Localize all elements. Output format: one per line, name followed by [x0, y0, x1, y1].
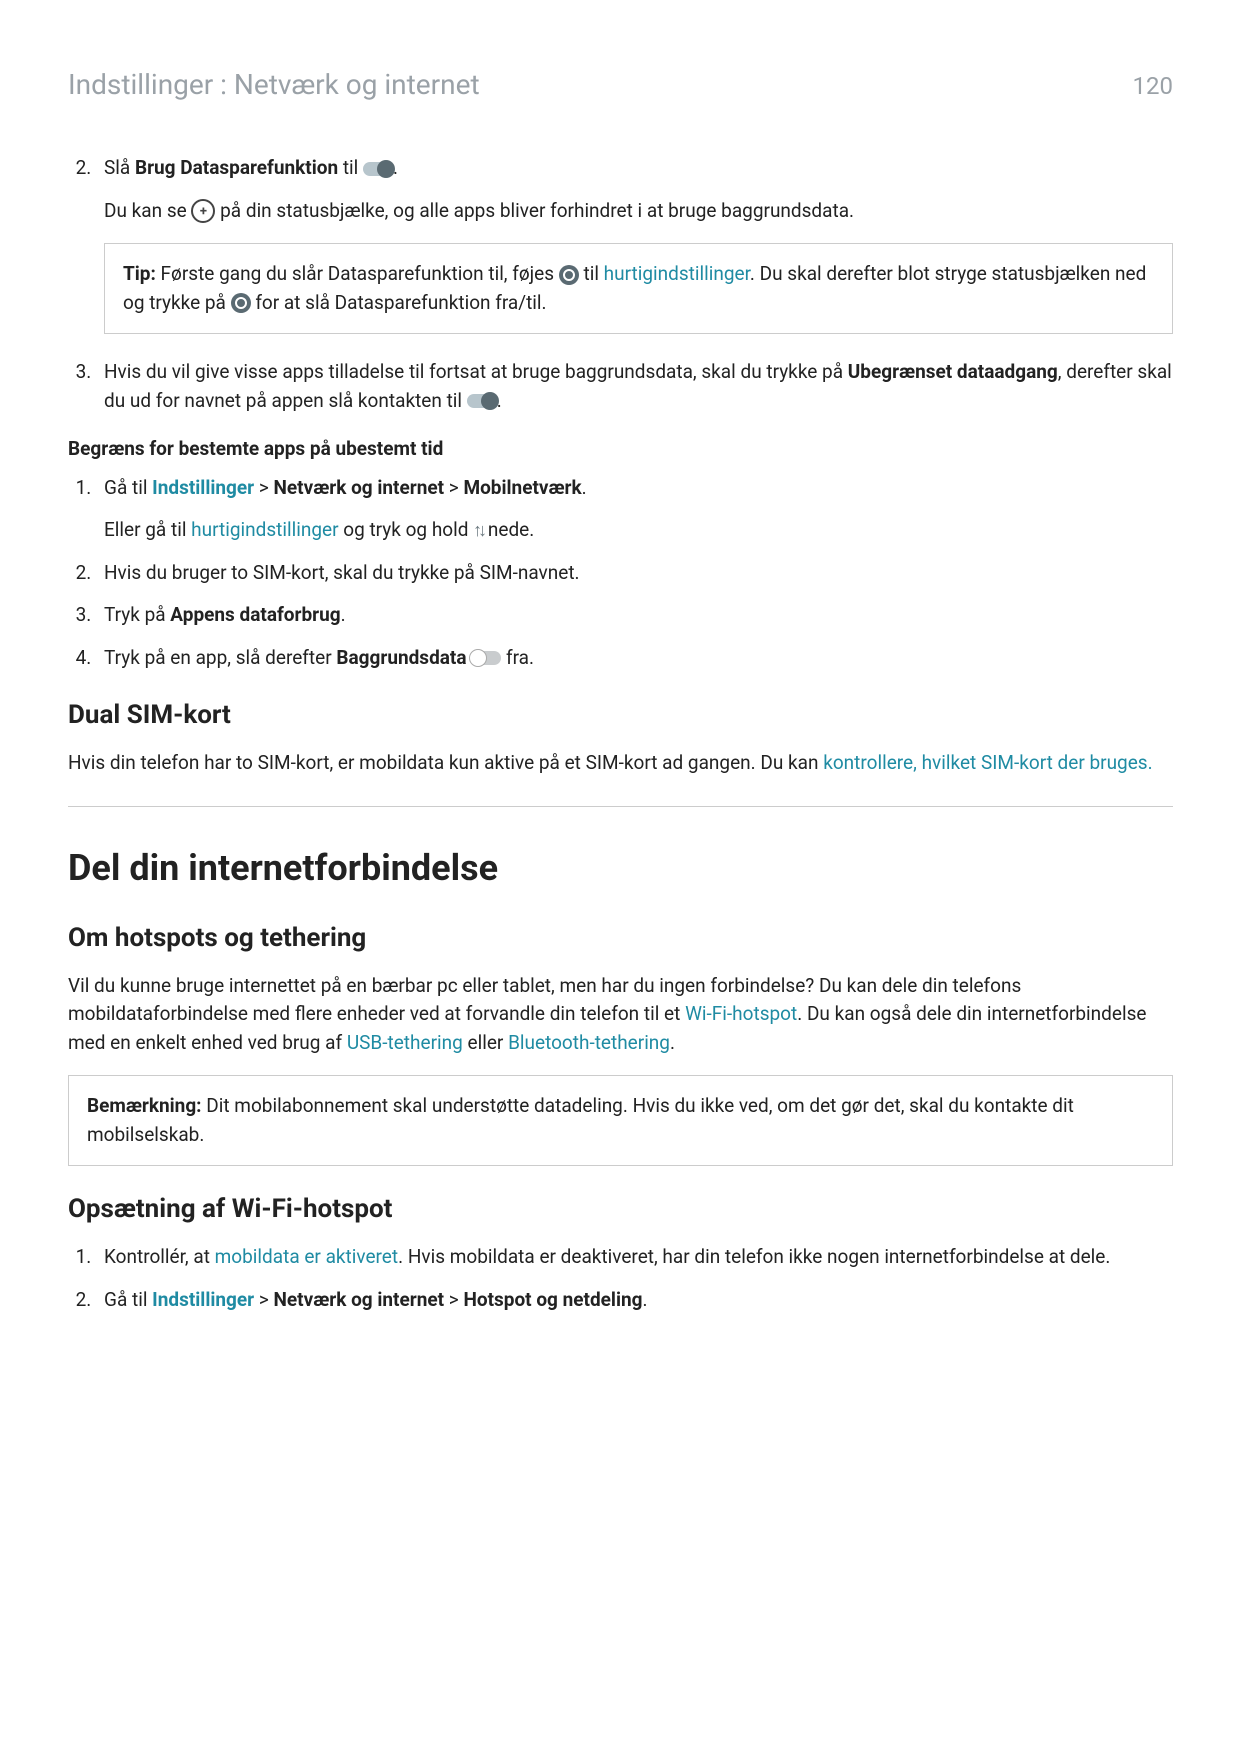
about-hotspot-heading: Om hotspots og tethering [68, 919, 1173, 958]
settings-link[interactable]: Indstillinger [152, 476, 254, 499]
restrict-steps: Gå til Indstillinger > Netværk og intern… [68, 474, 1173, 673]
restrict-step-2: Hvis du bruger to SIM-kort, skal du tryk… [96, 559, 1173, 588]
data-saver-tile-icon [559, 265, 579, 285]
toggle-on-icon [467, 394, 497, 408]
dual-sim-heading: Dual SIM-kort [68, 696, 1173, 735]
text: > [254, 1288, 273, 1311]
bluetooth-tethering-link[interactable]: Bluetooth-tethering [508, 1031, 670, 1054]
text: Tryk på en app, slå derefter [104, 646, 336, 669]
data-saver-tile-icon [231, 293, 251, 313]
text: nede. [483, 518, 534, 541]
setup-step-1: Kontrollér, at mobildata er aktiveret. H… [96, 1243, 1173, 1272]
text: eller [463, 1031, 508, 1054]
text: Første gang du slår Datasparefunktion ti… [156, 262, 559, 285]
note-label: Bemærkning: [87, 1094, 202, 1117]
wifi-hotspot-link[interactable]: Wi-Fi-hotspot [685, 1002, 797, 1025]
section-divider [68, 806, 1173, 807]
restrict-step-1: Gå til Indstillinger > Netværk og intern… [96, 474, 1173, 545]
setup-hotspot-heading: Opsætning af Wi-Fi-hotspot [68, 1190, 1173, 1229]
text: Du kan se [104, 199, 191, 222]
document-page: Indstillinger : Netværk og internet 120 … [0, 0, 1241, 1754]
usb-tethering-link[interactable]: USB-tethering [347, 1031, 463, 1054]
note-callout: Bemærkning: Dit mobilabonnement skal und… [68, 1075, 1173, 1166]
share-connection-heading: Del din internetforbindelse [68, 841, 1173, 895]
tip-label: Tip: [123, 262, 156, 285]
mobile-data-enabled-link[interactable]: mobildata er aktiveret [215, 1245, 398, 1268]
bold-text: Mobilnetværk [463, 476, 581, 499]
text: for at slå Datasparefunktion fra/til. [251, 291, 547, 314]
text: Gå til [104, 1288, 152, 1311]
text: og tryk og hold [339, 518, 474, 541]
text: Tryk på [104, 603, 170, 626]
step-2: Slå Brug Datasparefunktion til . Du kan … [96, 154, 1173, 334]
bold-text: Netværk og internet [273, 476, 444, 499]
text: fra. [501, 646, 534, 669]
toggle-off-icon [471, 651, 501, 665]
page-number: 120 [1133, 68, 1173, 104]
subsection-heading: Begræns for bestemte apps på ubestemt ti… [68, 435, 1173, 464]
tip-callout: Tip: Første gang du slår Datasparefunkti… [104, 243, 1173, 334]
about-hotspot-text: Vil du kunne bruge internettet på en bær… [68, 972, 1173, 1058]
text: til [579, 262, 604, 285]
text: Dit mobilabonnement skal understøtte dat… [87, 1094, 1074, 1146]
text: > [444, 1288, 463, 1311]
quick-settings-link[interactable]: hurtigindstillinger [604, 262, 750, 285]
text: > [444, 476, 463, 499]
text: . [670, 1031, 675, 1054]
text: . Hvis mobildata er deaktiveret, har din… [398, 1245, 1110, 1268]
text: Kontrollér, at [104, 1245, 215, 1268]
mobile-data-arrows-icon: ↑↓ [473, 517, 483, 544]
page-header: Indstillinger : Netværk og internet 120 [68, 64, 1173, 106]
step-2-note: Du kan se + på din statusbjælke, og alle… [104, 197, 1173, 226]
restrict-step-1-alt: Eller gå til hurtigindstillinger og tryk… [104, 516, 1173, 545]
text: Hvis du vil give visse apps tilladelse t… [104, 360, 848, 383]
restrict-step-3: Tryk på Appens dataforbrug. [96, 601, 1173, 630]
bold-text: Netværk og internet [273, 1288, 444, 1311]
bold-text: Appens dataforbrug [170, 603, 340, 626]
text: Hvis din telefon har to SIM-kort, er mob… [68, 751, 823, 774]
restrict-step-4: Tryk på en app, slå derefter Baggrundsda… [96, 644, 1173, 673]
quick-settings-link[interactable]: hurtigindstillinger [191, 518, 338, 541]
setup-step-2: Gå til Indstillinger > Netværk og intern… [96, 1286, 1173, 1315]
text: Eller gå til [104, 518, 191, 541]
toggle-on-icon [363, 162, 393, 176]
bold-text: Baggrundsdata [336, 646, 466, 669]
dual-sim-text: Hvis din telefon har to SIM-kort, er mob… [68, 749, 1173, 778]
bold-text: Ubegrænset dataadgang [848, 360, 1058, 383]
step-3: Hvis du vil give visse apps tilladelse t… [96, 358, 1173, 415]
text: . [643, 1288, 648, 1311]
setup-steps: Kontrollér, at mobildata er aktiveret. H… [68, 1243, 1173, 1314]
bold-text: Brug Datasparefunktion [135, 156, 338, 179]
check-sim-link[interactable]: kontrollere, hvilket SIM-kort der bruges… [823, 751, 1152, 774]
text: . [341, 603, 346, 626]
settings-link[interactable]: Indstillinger [152, 1288, 254, 1311]
text: Slå [104, 156, 135, 179]
steps-continued: Slå Brug Datasparefunktion til . Du kan … [68, 154, 1173, 415]
text: på din statusbjælke, og alle apps bliver… [215, 199, 854, 222]
text: . [582, 476, 587, 499]
data-saver-status-icon: + [191, 199, 215, 223]
bold-text: Hotspot og netdeling [463, 1288, 642, 1311]
text: til [338, 156, 363, 179]
breadcrumb: Indstillinger : Netværk og internet [68, 64, 480, 106]
text: > [254, 476, 273, 499]
text: Gå til [104, 476, 152, 499]
